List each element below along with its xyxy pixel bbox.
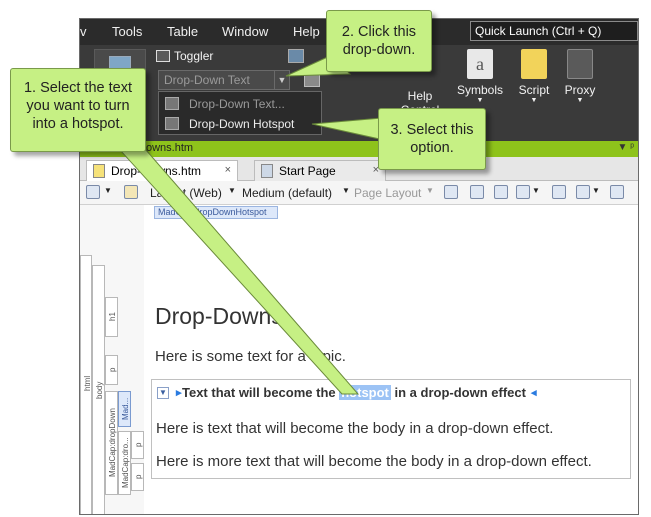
editor-toolbar: ▼ Layout (Web) ▼ Medium (default) ▼ Page…	[80, 181, 638, 205]
start-page-icon	[261, 164, 273, 178]
chevron-down-icon[interactable]: ▼	[104, 186, 112, 195]
callout-step-2-text: 2. Click this drop-down.	[341, 24, 417, 58]
toggler-icon	[156, 50, 170, 62]
dropdown-head[interactable]: ▼ ▸ Text that will become the hotspot in…	[157, 385, 537, 400]
tag-p[interactable]: p	[131, 431, 144, 459]
menu-view[interactable]: v	[80, 24, 87, 39]
callout-step-2: 2. Click this drop-down.	[326, 10, 432, 72]
topic-file-icon	[93, 164, 105, 178]
chevron-down-icon[interactable]: ▼	[532, 186, 540, 195]
xml-editor: html body h1 p MadCap:dropDown Mad... Ma…	[80, 205, 638, 514]
symbol-icon[interactable]	[576, 185, 590, 199]
panel-title: owns.htm	[146, 142, 194, 154]
tag-p[interactable]: p	[131, 463, 144, 491]
dropdown-combo-value: Drop-Down Text	[164, 73, 250, 87]
tag-p[interactable]: p	[105, 355, 118, 385]
layout-dropdown[interactable]: Layout (Web)	[150, 186, 222, 200]
dropdown-menu: Drop-Down Text... Drop-Down Hotspot	[158, 91, 322, 135]
chevron-down-icon[interactable]: ▼	[342, 186, 350, 195]
chevron-down-icon: ▼	[530, 97, 538, 104]
page-layout-dropdown[interactable]: Page Layout	[354, 186, 421, 200]
close-icon[interactable]: ×	[225, 164, 231, 176]
snippet-icon[interactable]	[288, 49, 304, 63]
link-icon[interactable]	[516, 185, 530, 199]
callout-step-1: 1. Select the text you want to turn into…	[10, 68, 146, 152]
tag-madcap-dropdown[interactable]: MadCap:dropDown	[105, 391, 118, 495]
menu-item-dropdown-text[interactable]: Drop-Down Text...	[159, 94, 321, 114]
callout-step-3-text: 3. Select this option.	[390, 122, 474, 156]
panel-header: owns.htm ▼ ᵖ	[80, 141, 638, 157]
script-icon	[521, 49, 547, 79]
dropdown-body-paragraph[interactable]: Here is text that will become the body i…	[156, 420, 553, 437]
symbols-label: Symbols	[457, 83, 504, 97]
menu-help[interactable]: Help	[293, 24, 320, 39]
chevron-down-icon: ▼	[426, 186, 434, 195]
chevron-down-icon[interactable]: ▼	[228, 186, 236, 195]
hotspot-text-before: Text that will become the	[182, 385, 340, 400]
chevron-down-icon[interactable]: ▼	[274, 71, 289, 89]
chevron-down-icon: ▼	[476, 97, 484, 104]
expand-toggle-icon[interactable]: ▼	[157, 386, 169, 399]
document-content: Drop-Downs Here is some text for a topic…	[144, 205, 638, 479]
tab-label: Drop-Downs.htm	[111, 164, 202, 178]
tag-body[interactable]: body	[92, 265, 105, 514]
medium-dropdown[interactable]: Medium (default)	[242, 186, 332, 200]
tab-drop-downs[interactable]: Drop-Downs.htm ×	[86, 160, 238, 181]
proxy-icon	[567, 49, 593, 79]
hotspot-text-after: in a drop-down effect	[390, 385, 526, 400]
preview-icon[interactable]	[444, 185, 458, 199]
toggler-label: Toggler	[174, 49, 214, 63]
script-button[interactable]: Script ▼	[512, 49, 556, 104]
callout-step-3: 3. Select this option.	[378, 108, 486, 170]
info-icon[interactable]	[610, 185, 624, 199]
tag-h1[interactable]: h1	[105, 297, 118, 337]
menu-table[interactable]: Table	[167, 24, 198, 39]
intro-paragraph[interactable]: Here is some text for a topic.	[155, 348, 346, 365]
image-icon[interactable]	[470, 185, 484, 199]
structure-bar: html body h1 p MadCap:dropDown Mad... Ma…	[80, 205, 144, 514]
proxy-button[interactable]: Proxy ▼	[558, 49, 602, 104]
script-label: Script	[518, 83, 550, 97]
toggler-button[interactable]: Toggler	[156, 49, 213, 63]
pin-icon[interactable]: ᵖ	[630, 142, 634, 153]
quick-launch-input[interactable]: Quick Launch (Ctrl + Q)	[470, 21, 638, 41]
tag-madcap-dropdownbody[interactable]: MadCap:dro...	[118, 431, 131, 495]
tag-madcap-dropdownhotspot[interactable]: Mad...	[118, 391, 131, 427]
dropdown-body-paragraph[interactable]: Here is more text that will become the b…	[156, 453, 592, 470]
flare-window: v Tools Table Window Help Quick Launch (…	[79, 18, 639, 515]
tab-label: Start Page	[279, 164, 336, 178]
variable-icon[interactable]	[552, 185, 566, 199]
menu-item-label: Drop-Down Text...	[189, 97, 285, 111]
tab-start-page[interactable]: Start Page ×	[254, 160, 386, 181]
page-title[interactable]: Drop-Downs	[155, 303, 283, 330]
symbols-button[interactable]: a Symbols ▼	[457, 49, 503, 104]
callout-step-1-text: 1. Select the text you want to turn into…	[23, 80, 132, 132]
chevron-down-icon: ▼	[576, 97, 584, 104]
document-tabs: Drop-Downs.htm × Start Page ×	[80, 157, 638, 181]
zoom-icon[interactable]	[86, 185, 100, 199]
selected-hotspot-text[interactable]: hotspot	[339, 385, 391, 400]
dropdown-hotspot-icon	[165, 117, 179, 130]
panel-tools: ▼ ᵖ	[618, 142, 634, 153]
tag-end-marker-icon: ◂	[530, 386, 537, 399]
menu-item-label: Drop-Down Hotspot	[189, 117, 295, 131]
menu-window[interactable]: Window	[222, 24, 268, 39]
table-icon[interactable]	[304, 73, 320, 87]
tag-html[interactable]: html	[80, 255, 92, 514]
screenshot-stage: v Tools Table Window Help Quick Launch (…	[0, 0, 651, 517]
menu-item-dropdown-hotspot[interactable]: Drop-Down Hotspot	[159, 114, 321, 134]
menu-tools[interactable]: Tools	[112, 24, 142, 39]
dropdown-block: ▼ ▸ Text that will become the hotspot in…	[151, 379, 631, 479]
dropdown-combo[interactable]: Drop-Down Text ▼	[158, 70, 290, 90]
screen-icon[interactable]	[494, 185, 508, 199]
paint-icon[interactable]	[124, 185, 138, 199]
dropdown-text-icon	[165, 97, 179, 110]
chevron-down-icon[interactable]: ▼	[592, 186, 600, 195]
chevron-down-icon[interactable]: ▼	[618, 142, 628, 153]
proxy-label: Proxy	[564, 83, 596, 97]
symbols-icon: a	[467, 49, 493, 79]
